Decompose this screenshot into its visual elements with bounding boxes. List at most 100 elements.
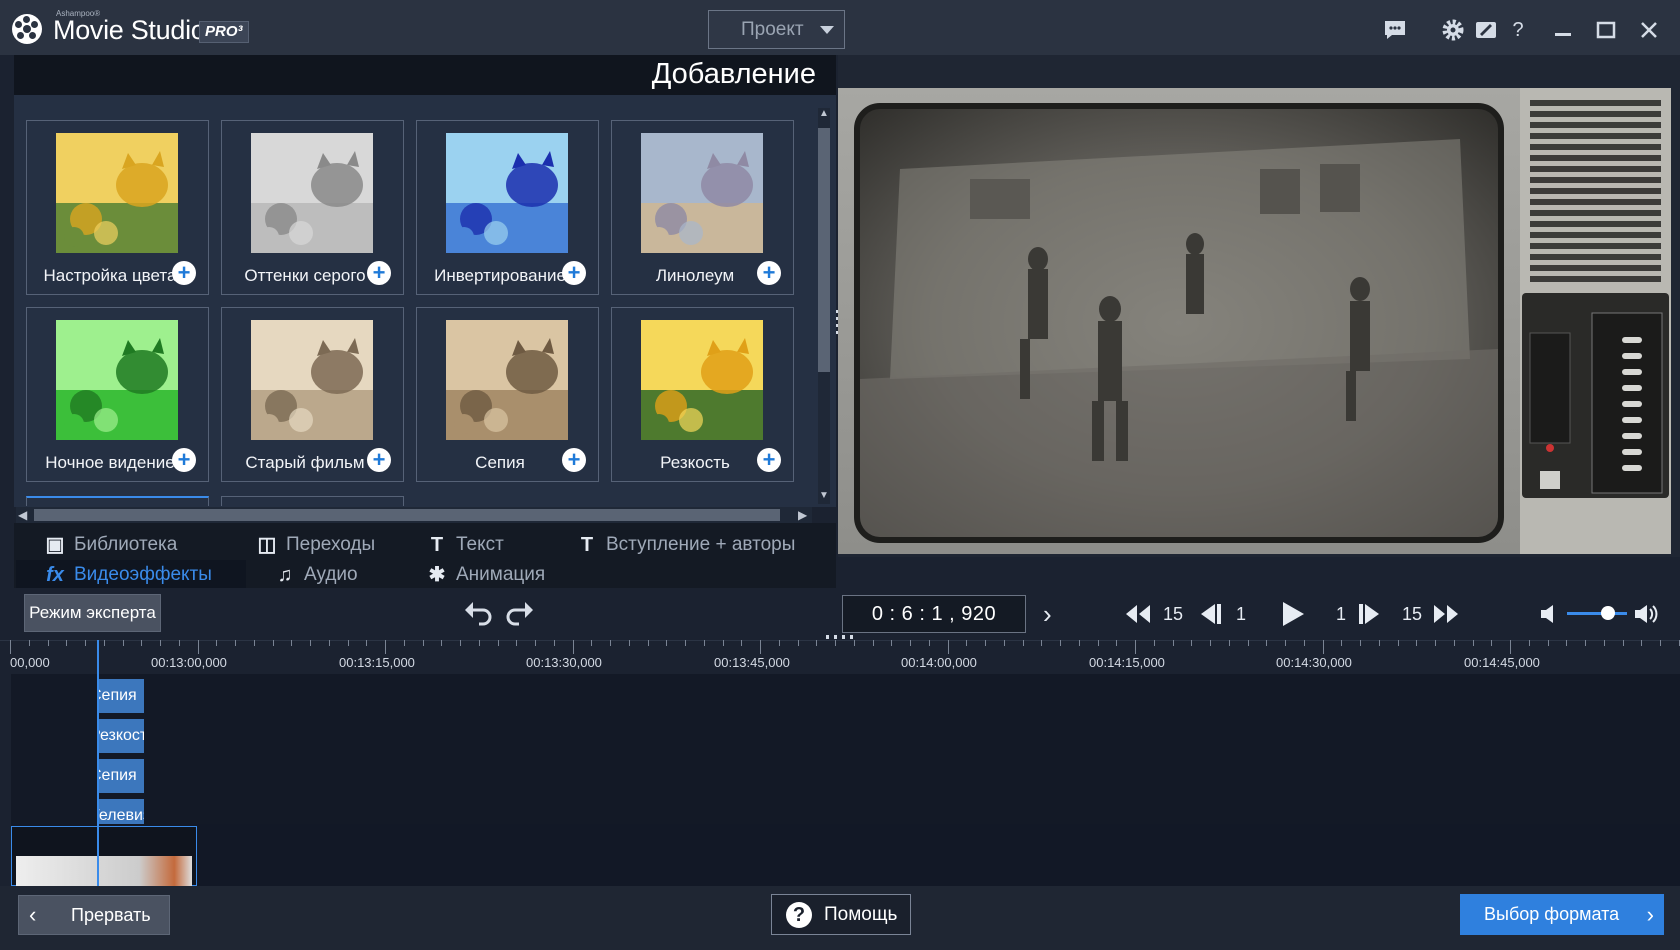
add-effect-icon[interactable]: + <box>367 261 391 285</box>
ruler-label: 00:14:00,000 <box>901 655 977 670</box>
ruler-tick <box>1285 640 1286 646</box>
vertical-scrollbar-thumb[interactable] <box>818 128 830 372</box>
ruler-tick <box>123 640 124 646</box>
ruler-tick <box>516 640 517 646</box>
effect-tile[interactable]: Резкость + <box>611 307 794 482</box>
ruler-tick <box>85 640 86 646</box>
ruler-tick <box>1116 640 1117 646</box>
tab-credits[interactable]: T Вступление + авторы <box>548 530 838 560</box>
tab-fx[interactable]: fx Видеоэффекты <box>16 560 246 590</box>
frame-forward-icon[interactable] <box>1357 600 1383 628</box>
ruler-tick <box>273 640 274 646</box>
effect-tile[interactable]: Сепия + <box>416 307 599 482</box>
effect-tile[interactable]: Настройка цвета + <box>26 120 209 295</box>
tv-grill-slot <box>1530 177 1661 183</box>
add-effect-icon[interactable]: + <box>562 448 586 472</box>
ruler-tick <box>441 640 442 646</box>
tab-text[interactable]: T Текст <box>398 530 538 560</box>
tab-music-note[interactable]: ♫ Аудио <box>246 560 416 590</box>
maximize-icon[interactable] <box>1594 18 1618 42</box>
tab-animation[interactable]: ✱ Анимация <box>398 560 598 590</box>
help-button[interactable]: ? Помощь <box>771 894 911 935</box>
add-effect-icon[interactable]: + <box>172 448 196 472</box>
effect-tile-partial <box>26 496 209 506</box>
add-effect-icon[interactable]: + <box>562 261 586 285</box>
volume-max-icon[interactable] <box>1633 600 1659 628</box>
feedback-icon[interactable] <box>1383 18 1407 42</box>
effect-thumbnail <box>56 320 178 440</box>
pro-badge: PRO³ <box>199 21 249 43</box>
redo-icon[interactable] <box>505 598 535 626</box>
tab-camera[interactable]: ▣ Библиотека <box>16 530 246 560</box>
tv-grill-slot <box>1530 166 1661 172</box>
effect-label: Инвертирование <box>434 266 566 285</box>
effect-tile[interactable]: Инвертирование + <box>416 120 599 295</box>
add-effect-icon[interactable]: + <box>757 261 781 285</box>
timeline-ruler[interactable] <box>0 640 1680 674</box>
tab-transitions[interactable]: ◫ Переходы <box>228 530 398 560</box>
scroll-down-icon[interactable]: ▼ <box>818 490 830 504</box>
effect-tile[interactable]: Линолеум + <box>611 120 794 295</box>
ruler-tick <box>1079 640 1080 646</box>
playhead[interactable] <box>97 640 99 886</box>
ruler-tick <box>366 640 367 646</box>
scroll-left-icon[interactable]: ◀ <box>18 508 27 522</box>
ruler-tick <box>1191 640 1192 646</box>
ruler-label: 00:13:45,000 <box>714 655 790 670</box>
tv-grill-slot <box>1530 144 1661 150</box>
timecode-input[interactable]: 0 : 6 : 1 , 920 <box>842 595 1026 633</box>
ruler-tick <box>816 640 817 646</box>
scroll-right-icon[interactable]: ▶ <box>798 508 807 522</box>
settings-icon[interactable] <box>1441 18 1465 42</box>
close-icon[interactable] <box>1637 18 1661 42</box>
cancel-button[interactable]: ‹ Прервать <box>18 895 170 935</box>
frame-back-icon[interactable] <box>1197 600 1223 628</box>
effect-clip[interactable]: Сепия <box>98 759 144 793</box>
effect-tile[interactable]: Ночное видение + <box>26 307 209 482</box>
skip-forward-icon[interactable] <box>1433 600 1459 628</box>
add-effect-icon[interactable]: + <box>172 261 196 285</box>
skip-back-icon[interactable] <box>1125 600 1151 628</box>
play-icon[interactable] <box>1280 600 1306 628</box>
ruler-tick <box>1660 640 1661 646</box>
ruler-tick <box>198 640 199 654</box>
preview-tv-controls <box>1522 293 1669 498</box>
effect-tile[interactable]: Оттенки серого + <box>221 120 404 295</box>
choose-format-button[interactable]: Выбор формата › <box>1460 894 1664 935</box>
tab-label: Видеоэффекты <box>74 564 212 585</box>
expert-mode-button[interactable]: Режим эксперта <box>24 594 161 632</box>
add-effect-icon[interactable]: + <box>367 448 391 472</box>
splitter-handle[interactable] <box>826 635 856 639</box>
chevron-down-icon <box>820 26 834 34</box>
minimize-icon[interactable] <box>1551 18 1575 42</box>
tab-label: Текст <box>456 534 504 555</box>
skip-back-count: 15 <box>1163 604 1184 624</box>
volume-mute-icon[interactable] <box>1539 600 1559 628</box>
app-title: Movie Studio <box>53 15 206 45</box>
animation-icon: ✱ <box>428 564 446 586</box>
project-dropdown[interactable]: Проект <box>708 10 845 49</box>
ruler-tick <box>1154 640 1155 646</box>
undo-icon[interactable] <box>463 598 493 626</box>
app-logo-icon <box>12 14 42 44</box>
ruler-tick <box>1023 640 1024 646</box>
skin-icon[interactable] <box>1474 18 1498 42</box>
effect-tile[interactable]: Старый фильм + <box>221 307 404 482</box>
ruler-tick <box>1585 640 1586 646</box>
volume-slider-thumb[interactable] <box>1601 606 1615 620</box>
ruler-tick <box>385 640 386 654</box>
ruler-tick <box>648 640 649 646</box>
scroll-up-icon[interactable]: ▲ <box>818 108 830 122</box>
volume-slider[interactable] <box>1567 612 1627 615</box>
horizontal-scrollbar-thumb[interactable] <box>34 509 780 521</box>
help-icon[interactable]: ? <box>1506 18 1530 42</box>
effect-thumbnail <box>641 320 763 440</box>
ruler-tick <box>1135 640 1136 654</box>
ruler-tick <box>1229 640 1230 646</box>
effect-clip[interactable]: Сепия <box>98 679 144 713</box>
effect-clip[interactable]: Резкость <box>98 719 144 753</box>
add-effect-icon[interactable]: + <box>757 448 781 472</box>
ruler-tick <box>929 640 930 646</box>
tab-label: Анимация <box>456 564 546 585</box>
goto-time-chevron-icon[interactable]: › <box>1043 600 1052 628</box>
